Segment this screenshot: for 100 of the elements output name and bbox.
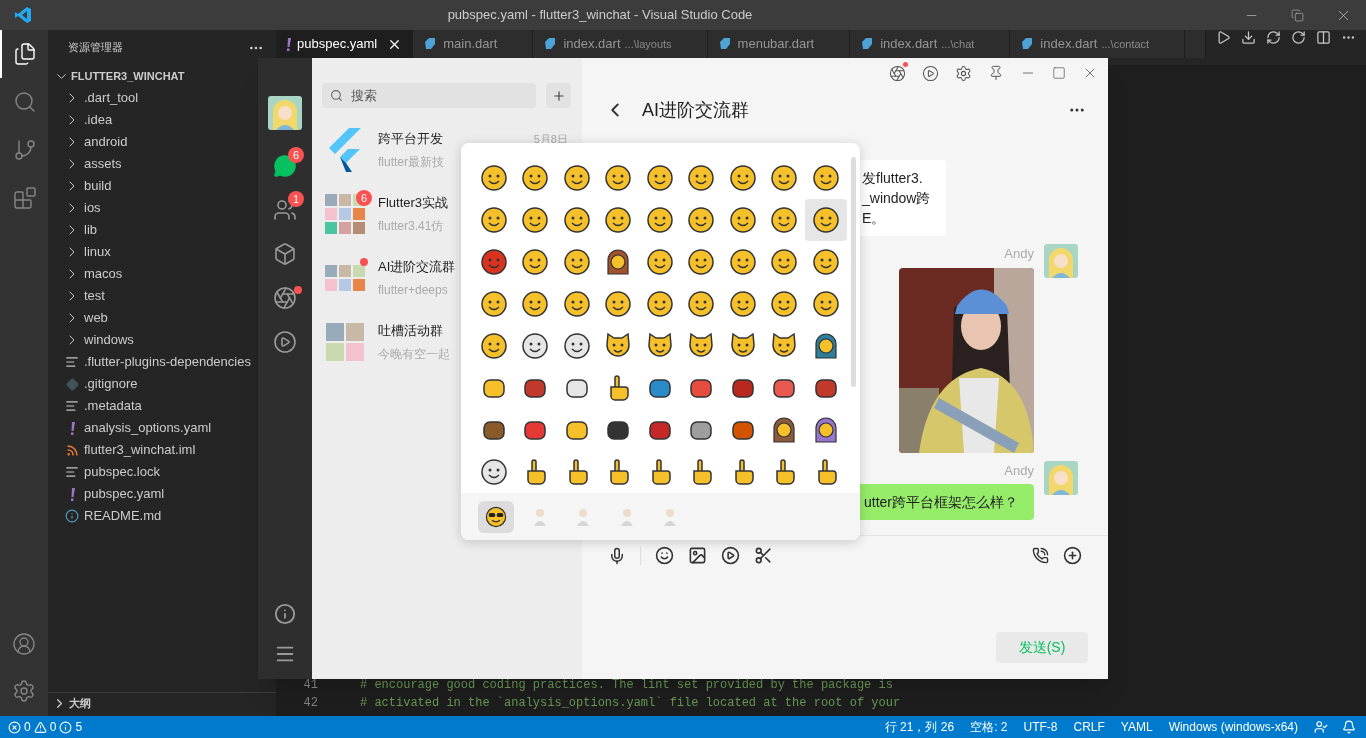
tree-item[interactable]: ios [48,197,105,219]
chat-title: AI进阶交流群 [378,258,456,277]
sunglasses-face-icon [484,504,508,529]
status-item[interactable]: UTF-8 [1015,718,1066,736]
microphone-icon[interactable] [608,546,626,565]
editor-tab[interactable]: pubspec.yaml [276,30,414,58]
error-count[interactable]: 0 [24,718,31,736]
pin-icon[interactable] [988,65,1004,81]
status-item[interactable]: 空格: 2 [962,718,1016,736]
chat-preview: flutter最新技 [378,153,445,171]
tree-item[interactable]: assets [48,153,126,175]
app-logo-icon [14,6,32,24]
tree-item[interactable]: .dart_tool [48,87,143,109]
dart-file-icon [543,37,558,51]
tree-item[interactable]: linux [48,241,115,263]
settings-icon[interactable] [955,64,972,82]
dart-file-icon [1020,37,1035,51]
exclamation-icon [69,421,75,435]
editor-tab[interactable]: index.dart ...\layouts [533,30,708,58]
tree-item[interactable]: analysis_options.yaml [48,417,216,439]
tree-item[interactable]: web [48,307,112,329]
play-circle-icon[interactable] [922,64,939,82]
aperture-icon[interactable] [889,64,906,82]
status-item[interactable]: CRLF [1065,718,1113,736]
add-button[interactable] [546,83,571,108]
editor-tab[interactable]: menubar.dart [707,30,851,58]
search-field[interactable]: 搜索 [322,83,536,108]
tree-item[interactable]: build [48,175,116,197]
exclamation-icon [69,487,75,501]
tree-item[interactable]: .flutter-plugins-dependencies [48,351,255,373]
tree-item[interactable]: pubspec.lock [48,461,164,483]
exclamation-icon [286,37,291,51]
file-lines-icon [65,399,79,413]
emoji-button[interactable] [805,199,847,241]
sticker-icon [531,507,548,526]
refresh-icon[interactable] [1266,30,1281,45]
status-item[interactable]: 行 21，列 26 [876,718,963,736]
tree-item[interactable]: macos [48,263,127,285]
files-icon [13,42,37,66]
emoji-icon[interactable] [655,546,674,565]
unread-badge: 6 [288,147,304,163]
settings-icon[interactable] [12,679,36,703]
code-comment: # activated in the `analysis_options.yaml` file located at the root of your [360,695,901,712]
warning-icon[interactable] [33,720,47,734]
editor-tab[interactable]: index.dart ...\contact [1010,30,1186,58]
add-circle-icon[interactable] [1063,546,1082,565]
tree-item[interactable]: FLUTTER3_WINCHAT [48,65,189,87]
status-item[interactable]: YAML [1112,718,1161,736]
notifications-icon[interactable] [1342,720,1356,734]
image-icon[interactable] [688,546,707,565]
line-number: 41 [302,677,318,694]
restore-icon[interactable] [1290,8,1304,22]
cube-icon [273,242,297,266]
file-lines-icon [65,355,79,369]
warning-count[interactable]: 0 [49,718,57,736]
split-editor-icon[interactable] [1316,30,1331,45]
info-count[interactable]: 5 [75,718,83,736]
editor-tab[interactable]: index.dart ...\chat [850,30,1011,58]
play-circle-icon[interactable] [721,546,740,565]
account-status-icon[interactable] [1314,720,1328,734]
sticker-icon [618,507,635,526]
chat-header-title: AI进阶交流群 [642,98,750,122]
tree-item[interactable]: .idea [48,109,117,131]
blocks-icon [13,186,37,210]
status-item[interactable]: Windows (windows-x64) [1160,718,1306,736]
group-avatar [324,264,366,292]
diamond-icon [65,377,79,391]
chat-title: 吐槽活动群 [378,322,443,341]
tree-item[interactable]: .metadata [48,395,146,417]
info-icon[interactable] [274,603,296,625]
tree-item[interactable]: README.md [48,505,166,527]
tree-item[interactable]: pubspec.yaml [48,483,169,505]
tree-item[interactable]: windows [48,329,138,351]
restart-icon[interactable] [1291,30,1306,45]
code-comment: # encourage good coding practices. The lint set provided by the package is [360,677,893,694]
group-avatar [325,322,365,362]
dart-file-icon [423,37,438,51]
editor-tab[interactable]: main.dart [413,30,534,58]
dart-file-icon [717,37,732,51]
outline-section[interactable]: 大纲 [48,692,276,714]
scissors-icon[interactable] [754,546,773,565]
unread-badge: 1 [288,191,304,207]
run-icon[interactable] [1216,30,1231,45]
account-icon[interactable] [12,632,36,656]
info-icon [65,509,79,523]
tree-item[interactable]: test [48,285,109,307]
rss-icon [65,443,79,457]
sender-name: Andy [1004,461,1034,480]
phone-icon[interactable] [1032,547,1049,564]
file-lines-icon [65,465,79,479]
error-icon[interactable] [8,720,21,734]
tree-item[interactable]: .gitignore [48,373,142,395]
sticker-category-tab[interactable] [478,500,514,533]
aperture-icon [273,286,297,310]
dart-file-icon [860,37,875,51]
tree-item[interactable]: flutter3_winchat.iml [48,439,200,461]
tree-item[interactable]: lib [48,219,101,241]
window-title: pubspec.yaml - flutter3_winchat - Visual Studio Code [447,6,753,25]
tree-item[interactable]: android [48,131,132,153]
download-icon[interactable] [1241,30,1256,45]
